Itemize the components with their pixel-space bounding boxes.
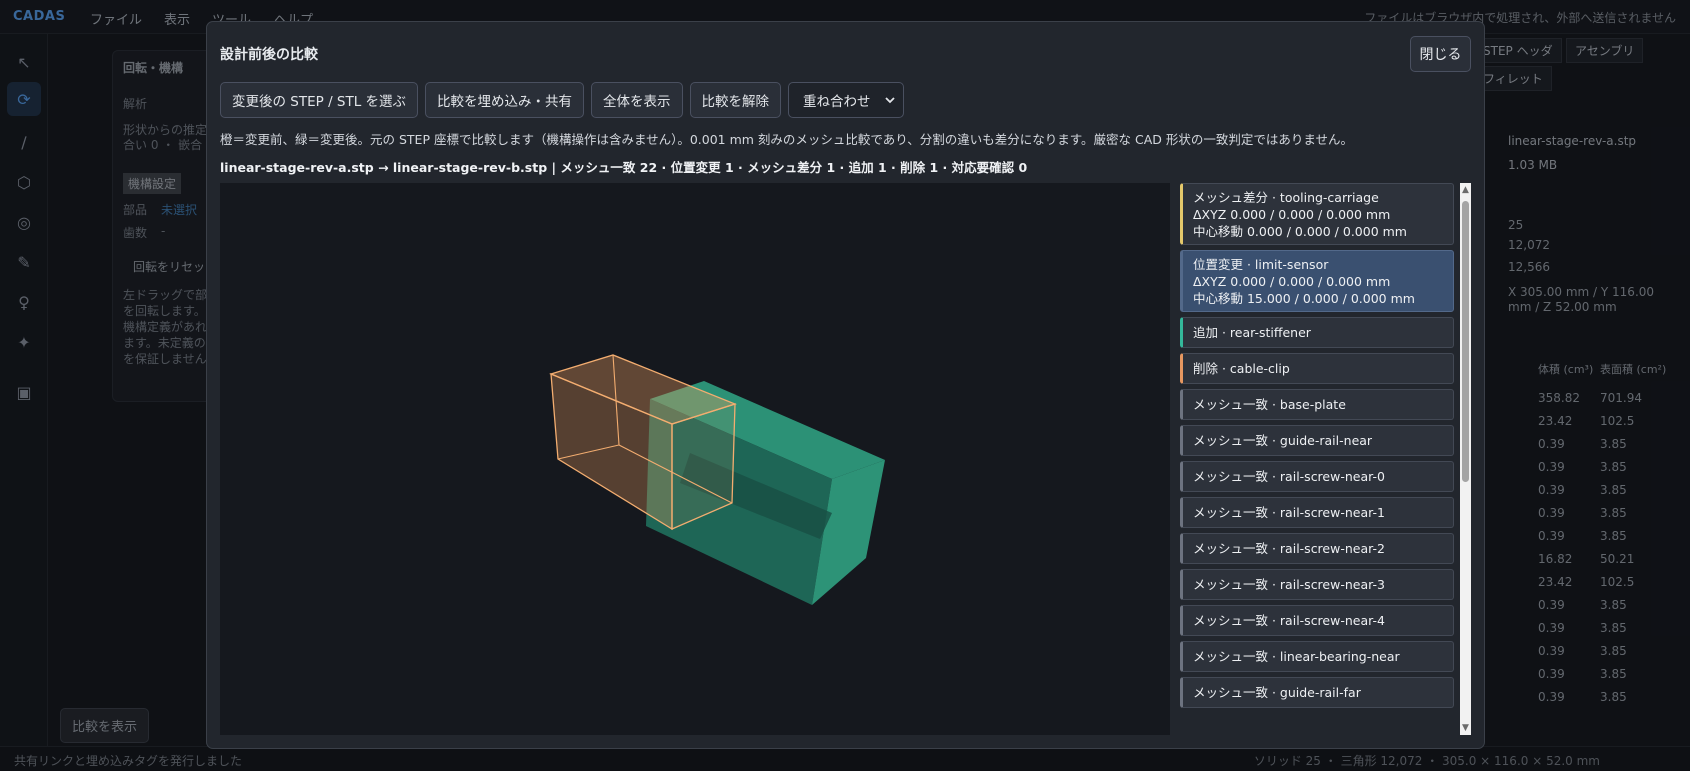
diff-item-mesh[interactable]: メッシュ差分 · tooling-carriage ΔXYZ 0.000 / 0.… (1180, 183, 1454, 245)
diff-item-same[interactable]: メッシュ一致 · rail-screw-near-4 (1180, 605, 1454, 636)
diff-item-same[interactable]: メッシュ一致 · rail-screw-near-1 (1180, 497, 1454, 528)
diff-item-title: メッシュ一致 · rail-screw-near-4 (1193, 613, 1385, 628)
choose-file-button[interactable]: 変更後の STEP / STL を選ぶ (220, 82, 419, 118)
view-mode-select[interactable]: 重ね合わせ (788, 82, 904, 118)
fit-all-button[interactable]: 全体を表示 (591, 82, 683, 118)
diff-item-title: メッシュ差分 · tooling-carriage (1193, 189, 1379, 205)
chevron-down-icon (884, 97, 895, 104)
diff-item-title: 追加 · rear-stiffener (1193, 325, 1311, 340)
diff-item-same[interactable]: メッシュ一致 · guide-rail-near (1180, 425, 1454, 456)
diff-item-moved[interactable]: 位置変更 · limit-sensor ΔXYZ 0.000 / 0.000 / … (1180, 250, 1454, 312)
diff-item-detail: ΔXYZ 0.000 / 0.000 / 0.000 mm (1193, 273, 1391, 289)
compare-summary: linear-stage-rev-a.stp → linear-stage-re… (220, 160, 1028, 175)
diff-item-same[interactable]: メッシュ一致 · rail-screw-near-0 (1180, 461, 1454, 492)
diff-item-title: 位置変更 · limit-sensor (1193, 256, 1329, 272)
close-button[interactable]: 閉じる (1410, 36, 1471, 72)
diff-item-same[interactable]: メッシュ一致 · rail-screw-near-3 (1180, 569, 1454, 600)
diff-item-title: メッシュ一致 · rail-screw-near-0 (1193, 469, 1385, 484)
diff-item-title: メッシュ一致 · rail-screw-near-3 (1193, 577, 1385, 592)
diff-list[interactable]: メッシュ差分 · tooling-carriage ΔXYZ 0.000 / 0.… (1180, 183, 1471, 735)
dialog-title: 設計前後の比較 (220, 47, 318, 63)
embed-share-button[interactable]: 比較を埋め込み・共有 (425, 82, 585, 118)
scroll-up-icon[interactable]: ▲ (1461, 185, 1470, 195)
diff-item-title: メッシュ一致 · rail-screw-near-2 (1193, 541, 1385, 556)
diff-item-title: メッシュ一致 · guide-rail-far (1193, 685, 1361, 700)
diff-item-detail: ΔXYZ 0.000 / 0.000 / 0.000 mm (1193, 206, 1391, 222)
diff-item-detail: 中心移動 0.000 / 0.000 / 0.000 mm (1193, 223, 1407, 239)
scroll-down-icon[interactable]: ▼ (1461, 723, 1470, 733)
compare-dialog: 設計前後の比較 閉じる 変更後の STEP / STL を選ぶ 比較を埋め込み・… (206, 21, 1485, 749)
diff-item-title: メッシュ一致 · rail-screw-near-1 (1193, 505, 1385, 520)
diff-item-same[interactable]: メッシュ一致 · guide-rail-far (1180, 677, 1454, 708)
scrollbar-thumb[interactable] (1462, 201, 1469, 482)
compare-note: 橙＝変更前、緑＝変更後。元の STEP 座標で比較します（機構操作は含みません）… (220, 132, 1354, 147)
diff-item-removed[interactable]: 削除 · cable-clip (1180, 353, 1454, 384)
view-mode-value: 重ね合わせ (803, 94, 871, 110)
diff-item-added[interactable]: 追加 · rear-stiffener (1180, 317, 1454, 348)
diff-item-title: メッシュ一致 · linear-bearing-near (1193, 649, 1400, 664)
3d-viewport[interactable] (220, 183, 1170, 735)
diff-list-scrollbar[interactable]: ▲ ▼ (1460, 183, 1471, 735)
diff-item-title: メッシュ一致 · base-plate (1193, 397, 1346, 412)
diff-item-same[interactable]: メッシュ一致 · linear-bearing-near (1180, 641, 1454, 672)
compare-toolbar: 変更後の STEP / STL を選ぶ 比較を埋め込み・共有 全体を表示 比較を… (220, 82, 904, 118)
model-render (549, 354, 885, 605)
clear-compare-button[interactable]: 比較を解除 (689, 82, 782, 118)
diff-item-same[interactable]: メッシュ一致 · rail-screw-near-2 (1180, 533, 1454, 564)
diff-item-same[interactable]: メッシュ一致 · base-plate (1180, 389, 1454, 420)
diff-item-detail: 中心移動 15.000 / 0.000 / 0.000 mm (1193, 290, 1415, 306)
diff-item-title: 削除 · cable-clip (1193, 361, 1290, 376)
diff-item-title: メッシュ一致 · guide-rail-near (1193, 433, 1373, 448)
